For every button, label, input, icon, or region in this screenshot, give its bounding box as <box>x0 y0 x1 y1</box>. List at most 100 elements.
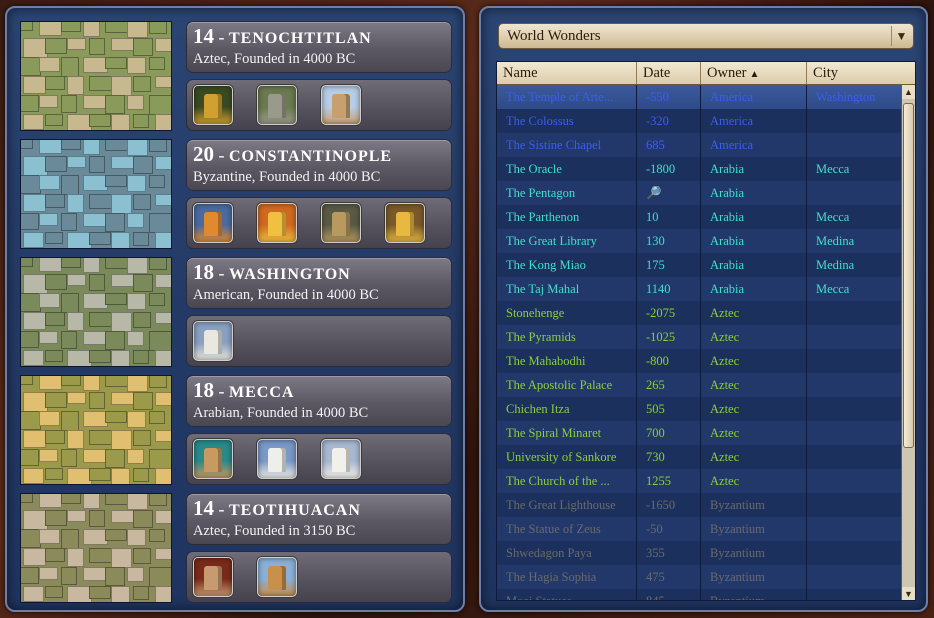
wonder-name-cell: The Pentagon <box>497 181 637 205</box>
wonders-panel: World Wonders ▼ Name Date Owner ▲ City Th… <box>479 6 928 612</box>
wonder-date-cell: 130 <box>637 229 701 253</box>
wonder-city-cell <box>807 421 901 445</box>
city-header[interactable]: 20 - CONSTANTINOPLE Byzantine, Founded in… <box>186 139 452 191</box>
table-row[interactable]: The Temple of Arte... -550 America Washingt… <box>497 85 901 109</box>
great-lighthouse-icon[interactable] <box>321 203 361 243</box>
city-header[interactable]: 14 - TENOCHTITLAN Aztec, Founded in 4000 … <box>186 21 452 73</box>
table-row[interactable]: The Parthenon 10 Arabia Mecca <box>497 205 901 229</box>
table-row[interactable]: The Oracle -1800 Arabia Mecca <box>497 157 901 181</box>
city-building <box>127 293 146 310</box>
pentagon-icon[interactable] <box>193 321 233 361</box>
city-building <box>45 312 65 326</box>
table-row[interactable]: Chichen Itza 505 Aztec <box>497 397 901 421</box>
city-row[interactable]: 18 - WASHINGTON American, Founded in 4000… <box>20 257 460 369</box>
table-row[interactable]: The Colossus -320 America <box>497 109 901 133</box>
table-row[interactable]: The Kong Miao 175 Arabia Medina <box>497 253 901 277</box>
city-thumbnail[interactable] <box>20 257 172 367</box>
city-building <box>111 312 132 332</box>
city-header[interactable]: 18 - WASHINGTON American, Founded in 4000… <box>186 257 452 309</box>
city-building <box>45 194 65 208</box>
city-building <box>149 95 171 115</box>
table-scrollbar[interactable]: ▲ ▼ <box>901 85 915 600</box>
parthenon-icon[interactable] <box>257 439 297 479</box>
stonehenge-icon[interactable] <box>257 85 297 125</box>
city-row[interactable]: 14 - TENOCHTITLAN Aztec, Founded in 4000 … <box>20 21 460 133</box>
city-building <box>83 213 106 227</box>
table-row[interactable]: The Great Lighthouse -1650 Byzantium <box>497 493 901 517</box>
city-building <box>45 392 67 408</box>
city-wonders-bar <box>186 197 452 249</box>
wonder-owner-cell: Aztec <box>701 445 807 469</box>
city-header[interactable]: 14 - TEOTIHUACAN Aztec, Founded in 3150 B… <box>186 493 452 545</box>
wonder-city-cell <box>807 373 901 397</box>
city-thumbnail[interactable] <box>20 375 172 485</box>
city-thumbnail[interactable] <box>20 21 172 131</box>
city-thumbnail[interactable] <box>20 493 172 603</box>
city-title: 20 - CONSTANTINOPLE <box>193 142 392 167</box>
table-row[interactable]: The Pentagon 🔎 Arabia <box>497 181 901 205</box>
temple-of-zeus-icon[interactable] <box>257 203 297 243</box>
pyramids-icon[interactable] <box>257 557 297 597</box>
wonder-owner-cell: Arabia <box>701 253 807 277</box>
city-building <box>61 22 81 32</box>
table-row[interactable]: The Spiral Minaret 700 Aztec <box>497 421 901 445</box>
city-building <box>105 529 127 541</box>
column-header-owner[interactable]: Owner ▲ <box>701 62 807 84</box>
scrollbar-thumb[interactable] <box>903 103 914 448</box>
church-icon[interactable] <box>193 557 233 597</box>
city-building <box>105 95 125 114</box>
oracle-icon[interactable] <box>193 439 233 479</box>
wonder-name-cell: The Sistine Chapel <box>497 133 637 157</box>
spiral-minaret-icon[interactable] <box>321 85 361 125</box>
city-building <box>149 449 171 469</box>
table-row[interactable]: Moai Statues 845 Byzantium <box>497 589 901 600</box>
wonder-date-cell: 355 <box>637 541 701 565</box>
city-header[interactable]: 18 - MECCA Arabian, Founded in 4000 BC <box>186 375 452 427</box>
column-header-city[interactable]: City <box>807 62 915 84</box>
wonder-date-cell: 475 <box>637 565 701 589</box>
city-founded-info: Aztec, Founded in 3150 BC <box>193 523 356 539</box>
lighthouse-icon[interactable] <box>193 203 233 243</box>
wonder-shape <box>204 566 222 590</box>
taj-mahal-icon[interactable] <box>321 439 361 479</box>
city-building <box>83 376 100 391</box>
chevron-down-icon[interactable]: ▼ <box>891 26 911 46</box>
wonder-statue-icon[interactable] <box>193 85 233 125</box>
wonder-city-cell <box>807 493 901 517</box>
table-row[interactable]: The Pyramids -1025 Aztec <box>497 325 901 349</box>
city-building <box>89 392 105 409</box>
table-row[interactable]: Shwedagon Paya 355 Byzantium <box>497 541 901 565</box>
column-header-date[interactable]: Date <box>637 62 701 84</box>
city-building <box>105 567 125 586</box>
sort-ascending-icon: ▲ <box>749 69 760 80</box>
city-building <box>149 411 165 424</box>
table-row[interactable]: The Sistine Chapel 685 America <box>497 133 901 157</box>
city-building <box>127 22 148 38</box>
table-row[interactable]: The Taj Mahal 1140 Arabia Mecca <box>497 277 901 301</box>
table-row[interactable]: Stonehenge -2075 Aztec <box>497 301 901 325</box>
city-building <box>155 350 171 366</box>
city-row[interactable]: 20 - CONSTANTINOPLE Byzantine, Founded in… <box>20 139 460 251</box>
city-building <box>89 274 105 291</box>
city-building <box>83 140 100 155</box>
city-building <box>127 529 146 546</box>
table-row[interactable]: The Church of the ... 1255 Aztec <box>497 469 901 493</box>
table-row[interactable]: The Apostolic Palace 265 Aztec <box>497 373 901 397</box>
city-building <box>39 175 60 190</box>
table-row[interactable]: University of Sankore 730 Aztec <box>497 445 901 469</box>
scroll-up-arrow-icon[interactable]: ▲ <box>902 85 915 99</box>
column-header-name[interactable]: Name <box>497 62 637 84</box>
table-row[interactable]: The Great Library 130 Arabia Medina <box>497 229 901 253</box>
city-row[interactable]: 18 - MECCA Arabian, Founded in 4000 BC <box>20 375 460 487</box>
scroll-down-arrow-icon[interactable]: ▼ <box>902 587 915 600</box>
wonders-filter-dropdown[interactable]: World Wonders ▼ <box>498 23 914 49</box>
table-row[interactable]: The Hagia Sophia 475 Byzantium <box>497 565 901 589</box>
city-building <box>21 567 39 584</box>
city-thumbnail[interactable] <box>20 139 172 249</box>
table-row[interactable]: The Statue of Zeus -50 Byzantium <box>497 517 901 541</box>
city-row[interactable]: 14 - TEOTIHUACAN Aztec, Founded in 3150 B… <box>20 493 460 605</box>
table-row[interactable]: The Mahabodhi -800 Aztec <box>497 349 901 373</box>
shwedagon-paya-icon[interactable] <box>385 203 425 243</box>
city-building <box>21 258 33 267</box>
city-building <box>149 175 165 188</box>
